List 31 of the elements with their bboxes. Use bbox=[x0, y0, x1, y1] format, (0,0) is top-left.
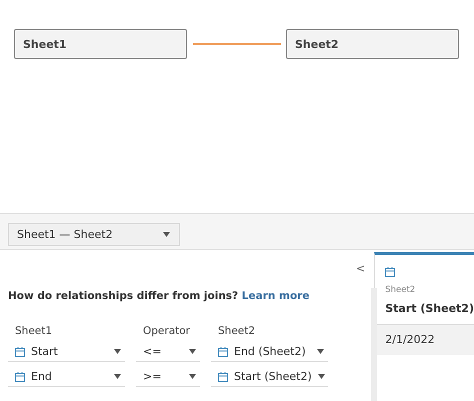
source-label: Sheet2 bbox=[385, 285, 416, 295]
column-header: Operator bbox=[142, 325, 190, 337]
calendar-icon bbox=[218, 346, 228, 356]
field-dropdown[interactable]: Start bbox=[8, 342, 125, 362]
calendar-icon bbox=[15, 372, 25, 382]
caret-icon bbox=[114, 349, 121, 354]
caret-icon bbox=[163, 232, 170, 237]
calendar-icon bbox=[15, 346, 25, 356]
calendar-icon bbox=[385, 267, 396, 277]
field-dropdown[interactable]: Start (Sheet2) bbox=[211, 367, 328, 387]
field-dropdown[interactable]: End bbox=[8, 367, 125, 387]
relationship-dropdown[interactable]: Sheet1 — Sheet2 bbox=[8, 223, 180, 246]
caret-icon bbox=[189, 374, 196, 379]
caret-icon bbox=[318, 374, 325, 379]
learn-more-link[interactable]: Learn more bbox=[242, 290, 310, 302]
column-header: Sheet2 bbox=[217, 325, 256, 337]
calendar-icon bbox=[218, 372, 228, 382]
help-text: How do relationships differ from joins? Learn more bbox=[8, 290, 310, 302]
data-cell: 2/1/2022 bbox=[375, 324, 474, 355]
caret-icon bbox=[114, 374, 121, 379]
field-dropdown[interactable]: <= bbox=[136, 342, 200, 362]
table-node[interactable]: Sheet1 bbox=[14, 29, 187, 59]
field-name: Start (Sheet2) bbox=[385, 302, 474, 315]
column-header: Sheet1 bbox=[14, 325, 52, 337]
table-node[interactable]: Sheet2 bbox=[286, 29, 459, 59]
field-dropdown[interactable]: End (Sheet2) bbox=[211, 342, 328, 362]
caret-icon bbox=[317, 349, 324, 354]
relationship-line[interactable] bbox=[193, 43, 281, 45]
collapse-button[interactable]: < bbox=[354, 262, 368, 275]
field-dropdown[interactable]: >= bbox=[136, 367, 200, 387]
caret-icon bbox=[189, 349, 196, 354]
